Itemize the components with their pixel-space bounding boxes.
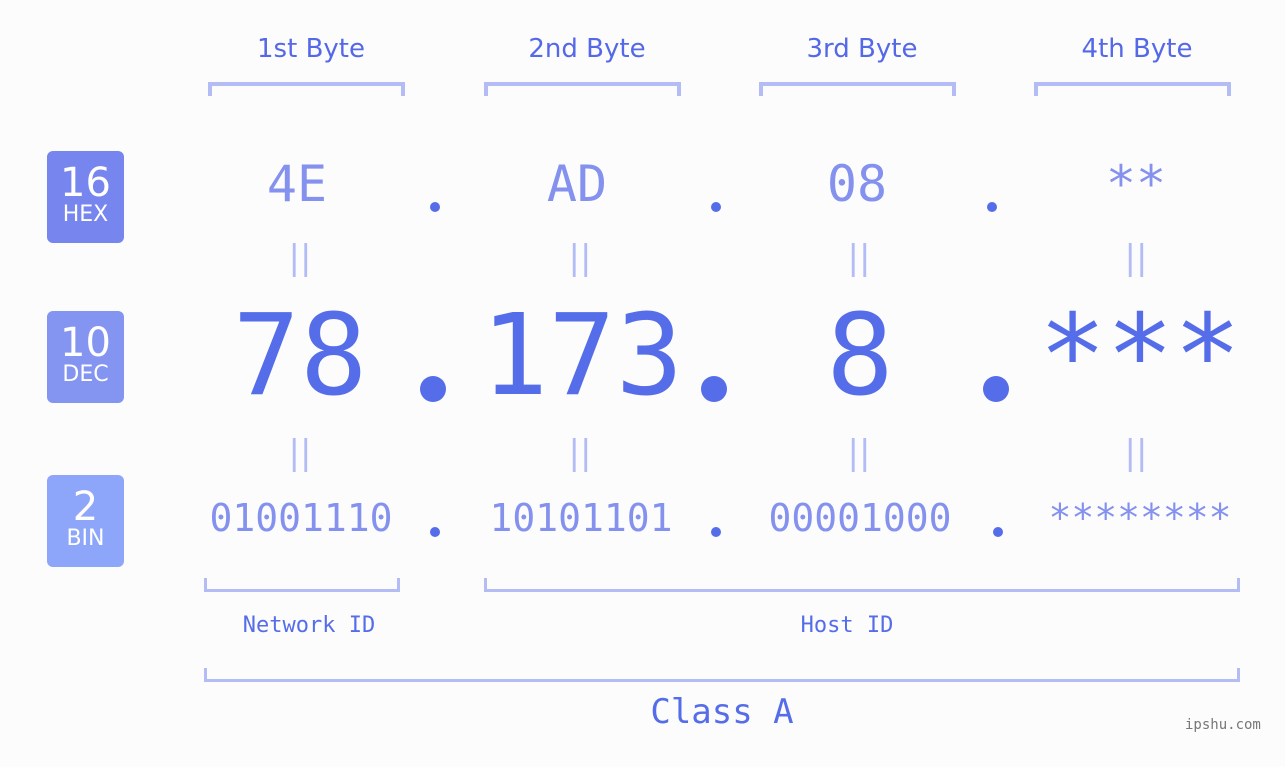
hex-badge: 16 HEX — [47, 151, 124, 243]
byte-header-2: 2nd Byte — [528, 34, 646, 64]
hex-value-3: 08 — [826, 155, 888, 213]
bin-value-2: 10101101 — [489, 496, 673, 540]
equals-sign: || — [847, 433, 871, 473]
hex-badge-number: 16 — [60, 160, 111, 206]
bin-value-3: 00001000 — [768, 496, 952, 540]
equals-sign: || — [1124, 433, 1148, 473]
host-id-bracket — [484, 578, 1240, 592]
bin-dot-1 — [430, 527, 440, 537]
dec-value-3: 8 — [826, 291, 894, 421]
dec-value-4: *** — [1038, 291, 1242, 421]
dec-dot-2 — [701, 376, 727, 402]
hex-badge-label: HEX — [62, 202, 109, 227]
network-id-label: Network ID — [242, 613, 376, 638]
dec-dot-1 — [420, 376, 446, 402]
dec-badge-number: 10 — [60, 320, 111, 366]
bin-value-1: 01001110 — [209, 496, 393, 540]
hex-value-1: 4E — [266, 155, 328, 213]
dec-value-1: 78 — [232, 291, 368, 421]
dec-value-2: 173 — [480, 291, 684, 421]
dec-badge-label: DEC — [62, 362, 109, 387]
network-id-bracket — [204, 578, 400, 592]
watermark: ipshu.com — [1185, 717, 1261, 733]
byte-1-bracket — [208, 82, 405, 96]
byte-header-4: 4th Byte — [1081, 34, 1193, 64]
byte-header-3: 3rd Byte — [806, 34, 918, 64]
byte-header-1: 1st Byte — [257, 34, 365, 64]
hex-value-4: ** — [1105, 155, 1167, 213]
bin-dot-3 — [993, 527, 1003, 537]
hex-dot-1 — [430, 202, 440, 212]
host-id-label: Host ID — [800, 613, 894, 638]
bin-badge-number: 2 — [72, 484, 99, 530]
dec-dot-3 — [983, 376, 1009, 402]
hex-dot-3 — [987, 202, 997, 212]
hex-dot-2 — [711, 202, 721, 212]
byte-3-bracket — [759, 82, 956, 96]
byte-2-bracket — [484, 82, 681, 96]
equals-sign: || — [288, 433, 312, 473]
class-bracket — [204, 668, 1240, 682]
hex-value-2: AD — [546, 155, 608, 213]
bin-badge: 2 BIN — [47, 475, 124, 567]
bin-badge-label: BIN — [66, 526, 105, 551]
bin-dot-2 — [711, 527, 721, 537]
equals-sign: || — [847, 238, 871, 278]
equals-sign: || — [1124, 238, 1148, 278]
equals-sign: || — [568, 238, 592, 278]
byte-4-bracket — [1034, 82, 1231, 96]
class-label: Class A — [650, 692, 794, 732]
equals-sign: || — [288, 238, 312, 278]
dec-badge: 10 DEC — [47, 311, 124, 403]
equals-sign: || — [568, 433, 592, 473]
bin-value-4: ******** — [1048, 496, 1232, 540]
